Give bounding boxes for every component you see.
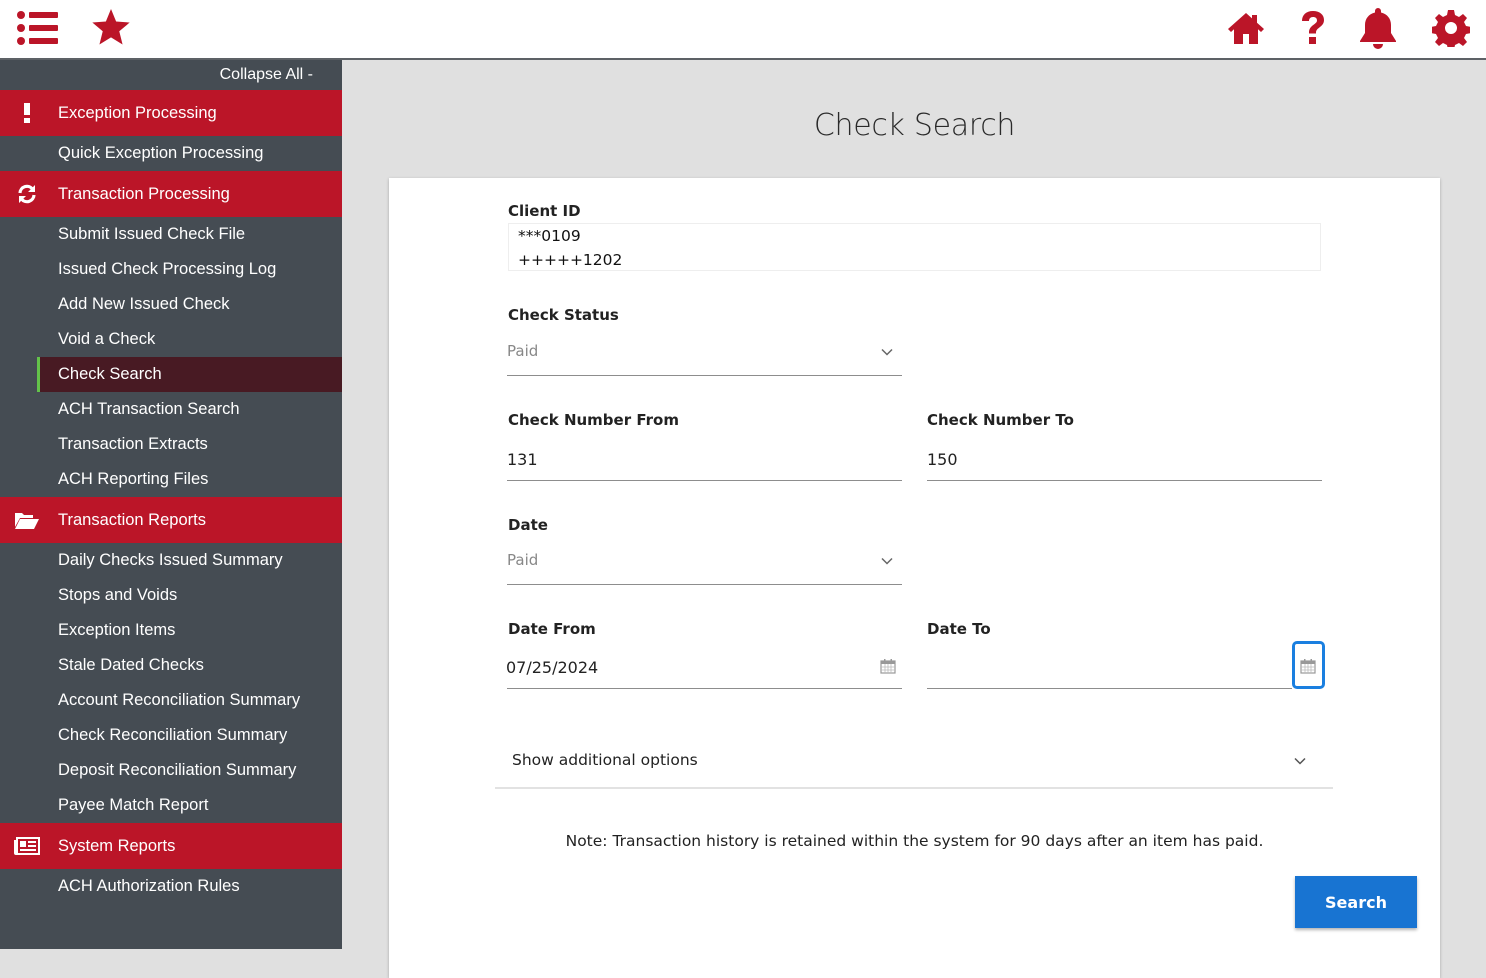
sidebar-item-check-reconciliation-summary[interactable]: Check Reconciliation Summary — [0, 718, 342, 753]
check-number-from-underline — [507, 480, 902, 481]
retention-note: Note: Transaction history is retained wi… — [565, 832, 1264, 850]
date-type-select[interactable]: Paid — [507, 545, 902, 585]
date-type-value: Paid — [507, 551, 539, 569]
date-to-underline — [927, 688, 1292, 689]
sidebar-item-exception-items[interactable]: Exception Items — [0, 613, 342, 648]
sidebar-item-deposit-reconciliation-summary[interactable]: Deposit Reconciliation Summary — [0, 753, 342, 788]
date-to-label: Date To — [927, 620, 991, 638]
search-form-card: Client ID ***0109 +++++1202 Check Status… — [389, 178, 1440, 978]
check-status-value: Paid — [507, 342, 539, 360]
date-type-label: Date — [508, 516, 548, 534]
collapse-all-button[interactable]: Collapse All - — [0, 60, 342, 90]
refresh-icon — [12, 182, 42, 206]
sidebar-section-system-reports[interactable]: System Reports — [0, 823, 342, 869]
additional-options-label: Show additional options — [512, 751, 698, 769]
star-favorites-icon[interactable] — [89, 8, 133, 48]
sidebar-item-payee-match-report[interactable]: Payee Match Report — [0, 788, 342, 823]
list-menu-icon[interactable] — [16, 8, 60, 48]
client-id-option[interactable]: ***0109 — [509, 224, 1320, 248]
sidebar-item-stale-dated-checks[interactable]: Stale Dated Checks — [0, 648, 342, 683]
sidebar-item-ach-transaction-search[interactable]: ACH Transaction Search — [0, 392, 342, 427]
exclamation-icon — [12, 101, 42, 125]
calendar-icon[interactable] — [880, 658, 896, 674]
client-id-label: Client ID — [508, 202, 581, 220]
help-icon[interactable] — [1291, 8, 1335, 48]
sidebar-item-add-new-issued-check[interactable]: Add New Issued Check — [0, 287, 342, 322]
top-bar — [0, 0, 1486, 60]
client-id-option[interactable]: +++++1202 — [509, 248, 1320, 270]
search-button[interactable]: Search — [1295, 876, 1417, 928]
chevron-down-icon — [881, 557, 893, 565]
date-from-input[interactable]: 07/25/2024 — [506, 658, 598, 677]
client-id-multiselect[interactable]: ***0109 +++++1202 — [508, 223, 1321, 271]
sidebar-item-quick-exception-processing[interactable]: Quick Exception Processing — [0, 136, 342, 171]
sidebar-item-void-a-check[interactable]: Void a Check — [0, 322, 342, 357]
sidebar-item-ach-reporting-files[interactable]: ACH Reporting Files — [0, 462, 342, 497]
sidebar-item-daily-checks-issued-summary[interactable]: Daily Checks Issued Summary — [0, 543, 342, 578]
sidebar-section-label: System Reports — [58, 836, 176, 855]
folder-open-icon — [12, 508, 42, 532]
show-additional-options-toggle[interactable]: Show additional options — [495, 743, 1333, 789]
sidebar-nav: Collapse All - Exception Processing Quic… — [0, 60, 342, 949]
sidebar-section-label: Exception Processing — [58, 103, 217, 122]
gear-settings-icon[interactable] — [1429, 8, 1473, 48]
check-number-from-input[interactable]: 131 — [507, 450, 902, 469]
date-type-underline — [507, 584, 902, 585]
date-from-label: Date From — [508, 620, 596, 638]
sidebar-section-exception-processing[interactable]: Exception Processing — [0, 90, 342, 136]
chevron-down-icon — [1294, 757, 1306, 765]
check-status-label: Check Status — [508, 306, 619, 324]
sidebar-item-transaction-extracts[interactable]: Transaction Extracts — [0, 427, 342, 462]
bell-notifications-icon[interactable] — [1356, 8, 1400, 49]
sidebar-item-ach-authorization-rules[interactable]: ACH Authorization Rules — [0, 869, 342, 904]
page-title: Check Search — [813, 108, 1016, 143]
check-number-to-input[interactable]: 150 — [927, 450, 1322, 469]
sidebar-section-label: Transaction Processing — [58, 184, 230, 203]
main-content: Check Search Client ID ***0109 +++++1202… — [343, 60, 1486, 978]
check-number-to-label: Check Number To — [927, 411, 1074, 429]
check-number-from-label: Check Number From — [508, 411, 679, 429]
sidebar-item-issued-check-processing-log[interactable]: Issued Check Processing Log — [0, 252, 342, 287]
sidebar-item-submit-issued-check-file[interactable]: Submit Issued Check File — [0, 217, 342, 252]
sidebar-section-transaction-reports[interactable]: Transaction Reports — [0, 497, 342, 543]
sidebar-section-transaction-processing[interactable]: Transaction Processing — [0, 171, 342, 217]
sidebar-item-stops-and-voids[interactable]: Stops and Voids — [0, 578, 342, 613]
check-status-underline — [507, 375, 902, 376]
sidebar-item-check-search[interactable]: Check Search — [37, 357, 342, 392]
chevron-down-icon — [881, 348, 893, 356]
sidebar-item-account-reconciliation-summary[interactable]: Account Reconciliation Summary — [0, 683, 342, 718]
check-number-to-underline — [927, 480, 1322, 481]
home-icon[interactable] — [1224, 8, 1268, 48]
calendar-icon[interactable] — [1300, 658, 1316, 674]
check-status-select[interactable]: Paid — [507, 336, 902, 376]
sidebar-section-label: Transaction Reports — [58, 510, 206, 529]
date-from-underline — [507, 688, 902, 689]
newspaper-icon — [12, 834, 42, 858]
